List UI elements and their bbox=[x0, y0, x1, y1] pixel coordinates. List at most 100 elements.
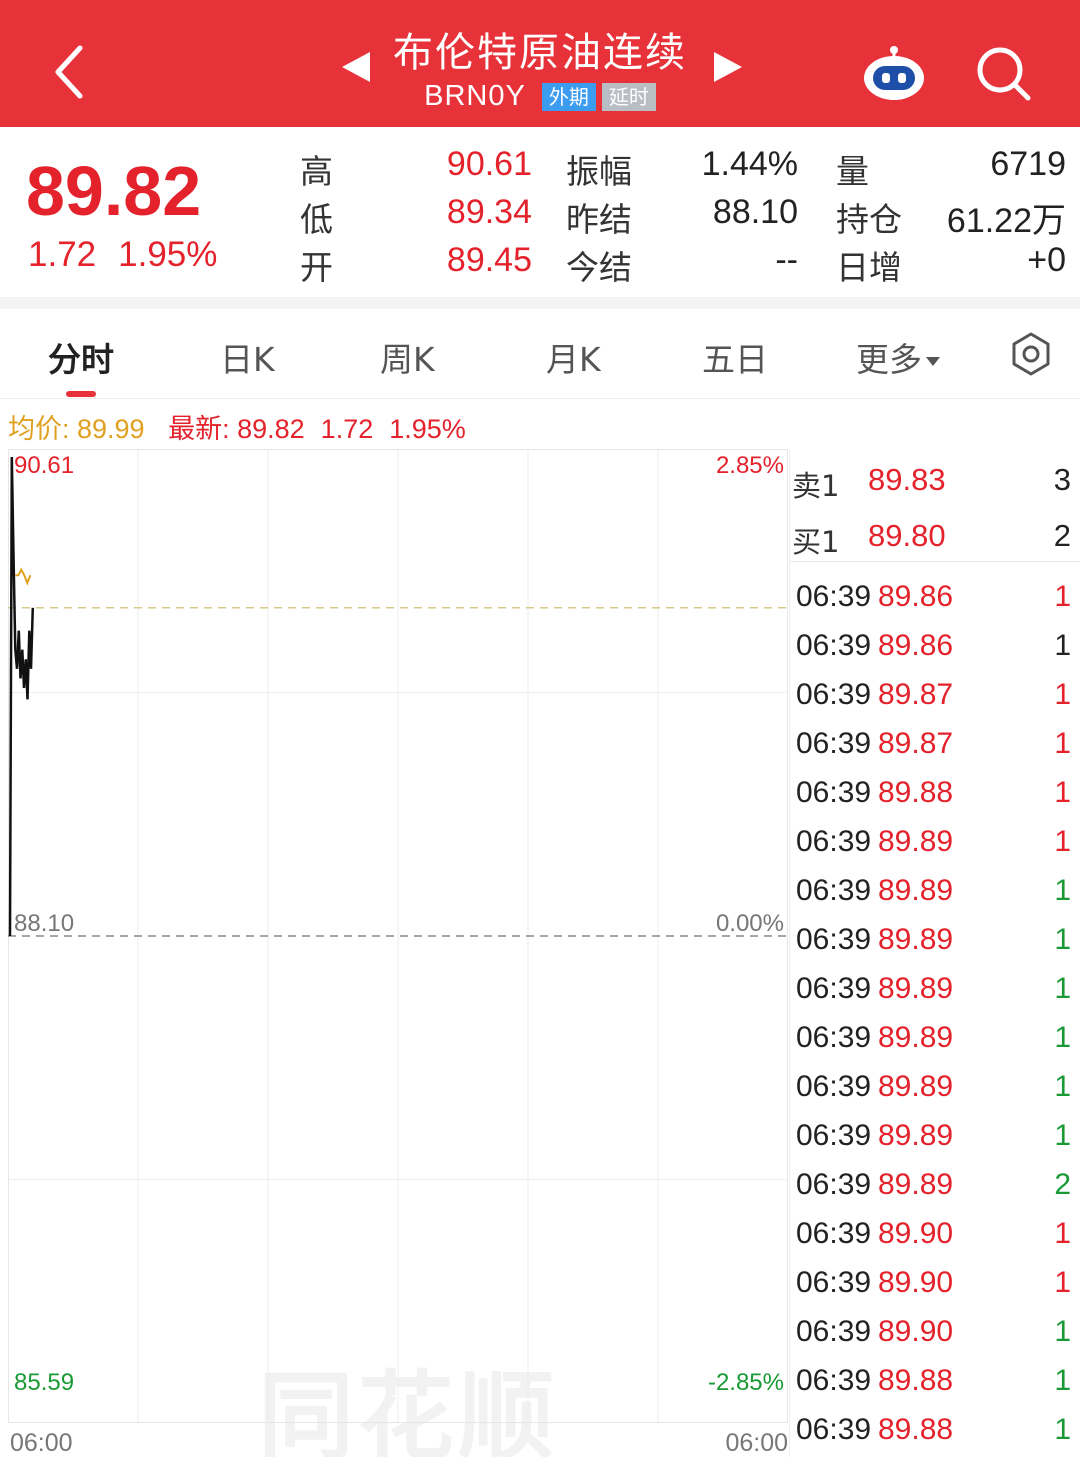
settings-icon[interactable] bbox=[1008, 331, 1054, 377]
trade-quantity: 1 bbox=[1054, 1070, 1071, 1103]
chart-canvas bbox=[8, 449, 788, 1423]
delayed-tag: 延时 bbox=[601, 82, 656, 111]
trade-price: 89.87 bbox=[878, 678, 954, 711]
trade-price: 89.86 bbox=[878, 629, 954, 662]
trade-time: 06:39 bbox=[796, 1413, 872, 1446]
trade-time: 06:39 bbox=[796, 580, 872, 613]
trade-price: 89.89 bbox=[878, 1070, 954, 1103]
trade-row: 06:39 89.88 1 bbox=[790, 1356, 1080, 1405]
trade-quantity: 1 bbox=[1054, 1021, 1071, 1054]
change-value: 1.72 bbox=[28, 235, 97, 274]
trade-row: 06:39 89.90 1 bbox=[790, 1258, 1080, 1307]
divider bbox=[0, 297, 1080, 309]
today-settle-label: 今结 bbox=[566, 248, 632, 287]
trade-row: 06:39 89.89 1 bbox=[790, 1111, 1080, 1160]
order-book: 卖1 89.83 3 买1 89.80 2 06:39 89.86 1 06:39 89… bbox=[789, 449, 1080, 1457]
today-settle-value: -- bbox=[775, 241, 798, 279]
average-price: 均价: 89.99 bbox=[8, 414, 145, 444]
intraday-chart[interactable]: 同花顺 90.61 2.85% 88.10 0.00% 85.59 -2.85%… bbox=[8, 449, 788, 1457]
trade-price: 89.87 bbox=[878, 727, 954, 760]
trade-price: 89.88 bbox=[878, 1413, 954, 1446]
ask-label: 卖1 bbox=[792, 469, 840, 503]
amplitude-value: 1.44% bbox=[701, 145, 798, 183]
trade-row: 06:39 89.88 1 bbox=[790, 768, 1080, 817]
trade-time: 06:39 bbox=[796, 825, 872, 858]
high-value: 90.61 bbox=[446, 145, 532, 183]
contract-code: BRN0Y bbox=[424, 80, 526, 112]
trade-quantity: 2 bbox=[1054, 1168, 1071, 1201]
trade-quantity: 1 bbox=[1054, 972, 1071, 1005]
latest-change: 1.72 bbox=[320, 414, 374, 444]
trade-row: 06:39 89.87 1 bbox=[790, 670, 1080, 719]
trade-price: 89.86 bbox=[878, 580, 954, 613]
ask-quantity: 3 bbox=[1053, 462, 1071, 497]
tab-monthly-k[interactable]: 月K bbox=[546, 333, 601, 381]
tab-five-day[interactable]: 五日 bbox=[702, 333, 768, 381]
trade-quantity: 1 bbox=[1054, 1413, 1071, 1446]
trade-time: 06:39 bbox=[796, 678, 872, 711]
open-interest-label: 持仓 bbox=[836, 200, 902, 239]
tab-daily-k[interactable]: 日K bbox=[220, 333, 275, 381]
trade-price: 89.90 bbox=[878, 1315, 954, 1348]
trade-row: 06:39 89.90 1 bbox=[790, 1209, 1080, 1258]
prev-settle-label: 昨结 bbox=[566, 200, 632, 239]
volume-label: 量 bbox=[836, 152, 869, 191]
tab-weekly-k[interactable]: 周K bbox=[380, 333, 435, 381]
trade-price: 89.89 bbox=[878, 923, 954, 956]
trade-quantity: 1 bbox=[1054, 776, 1071, 809]
low-label: 低 bbox=[300, 200, 333, 239]
trade-quantity: 1 bbox=[1054, 923, 1071, 956]
next-arrow-icon[interactable] bbox=[714, 52, 742, 82]
trade-time: 06:39 bbox=[796, 1168, 872, 1201]
amplitude-label: 振幅 bbox=[566, 152, 632, 191]
orderbook-divider bbox=[790, 561, 1080, 562]
trade-quantity: 1 bbox=[1054, 678, 1071, 711]
open-interest-value: 61.22万 bbox=[946, 202, 1066, 240]
trade-quantity: 1 bbox=[1054, 874, 1071, 907]
prev-settle-value: 88.10 bbox=[712, 193, 798, 231]
chart-top-price: 90.61 bbox=[14, 452, 75, 479]
open-value: 89.45 bbox=[446, 241, 532, 279]
latest-price-info: 最新: 89.82 1.72 1.95% bbox=[168, 414, 482, 444]
trade-quantity: 1 bbox=[1054, 1217, 1071, 1250]
last-price: 89.82 bbox=[26, 152, 202, 230]
trade-price: 89.89 bbox=[878, 1168, 954, 1201]
tab-more-label: 更多 bbox=[856, 340, 922, 379]
average-price-line: 均价: 89.99 最新: 89.82 1.72 1.95% bbox=[8, 407, 482, 446]
low-value: 89.34 bbox=[446, 193, 532, 231]
chart-mid-percent: 0.00% bbox=[715, 910, 784, 937]
trade-row: 06:39 89.88 1 bbox=[790, 1405, 1080, 1454]
chart-bottom-percent: -2.85% bbox=[707, 1369, 784, 1396]
latest-price: 最新: 89.82 bbox=[168, 414, 305, 444]
change-percent: 1.95% bbox=[118, 235, 218, 274]
chart-tabs: 分时 日K 周K 月K 五日 更多 bbox=[0, 309, 1080, 399]
app-header: 布伦特原油连续 BRN0Y 外期 延时 bbox=[0, 0, 1080, 127]
chart-top-percent: 2.85% bbox=[715, 452, 784, 479]
trade-time: 06:39 bbox=[796, 1217, 872, 1250]
volume-value: 6719 bbox=[990, 145, 1066, 183]
tab-more[interactable]: 更多 bbox=[856, 333, 940, 381]
active-tab-indicator bbox=[66, 391, 96, 397]
trade-row: 06:39 89.89 1 bbox=[790, 866, 1080, 915]
average-series-line bbox=[15, 567, 32, 586]
trade-time: 06:39 bbox=[796, 874, 872, 907]
high-label: 高 bbox=[300, 152, 333, 191]
foreign-futures-tag: 外期 bbox=[541, 82, 596, 111]
trade-price: 89.90 bbox=[878, 1217, 954, 1250]
trade-row: 06:39 89.86 1 bbox=[790, 621, 1080, 670]
price-change: 1.72 1.95% bbox=[28, 235, 239, 275]
oi-change-value: +0 bbox=[1027, 241, 1066, 279]
robot-icon[interactable] bbox=[862, 40, 926, 104]
oi-change-label: 日增 bbox=[836, 248, 902, 287]
chart-end-time: 06:00 bbox=[725, 1429, 788, 1457]
trade-row: 06:39 89.89 1 bbox=[790, 1062, 1080, 1111]
bid-price: 89.80 bbox=[868, 518, 946, 553]
trade-quantity: 1 bbox=[1054, 825, 1071, 858]
trade-time: 06:39 bbox=[796, 972, 872, 1005]
bid-label: 买1 bbox=[792, 525, 840, 559]
trade-row: 06:39 89.89 1 bbox=[790, 1013, 1080, 1062]
trade-quantity: 1 bbox=[1054, 1119, 1071, 1152]
tab-intraday[interactable]: 分时 bbox=[48, 333, 114, 381]
search-icon[interactable] bbox=[974, 44, 1032, 102]
trade-quantity: 1 bbox=[1054, 1315, 1071, 1348]
